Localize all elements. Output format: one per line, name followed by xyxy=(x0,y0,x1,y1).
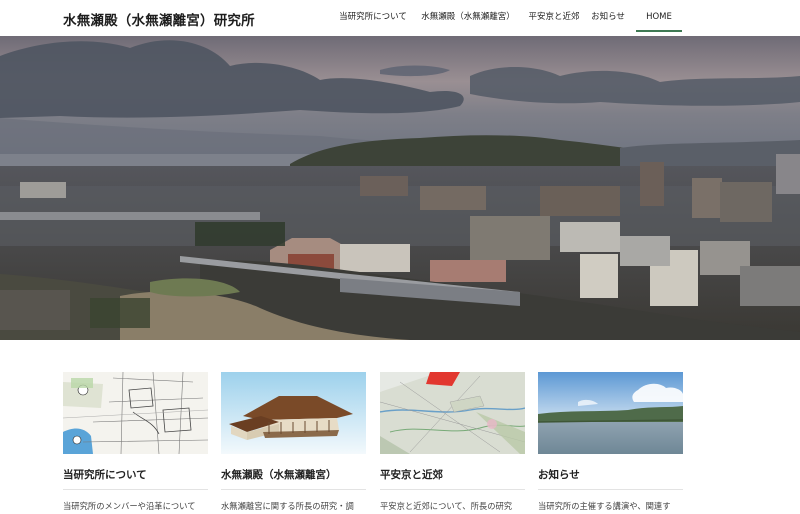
site-title[interactable]: 水無瀬殿（水無瀬離宮）研究所 xyxy=(63,9,255,29)
divider xyxy=(538,489,683,490)
archaeological-map-image[interactable] xyxy=(63,372,208,454)
card-title-heiankyo[interactable]: 平安京と近郊 xyxy=(380,467,525,482)
divider xyxy=(63,489,208,490)
nav-item-news[interactable]: お知らせ xyxy=(588,0,628,36)
card-text-minase-palace: 水無瀬離宮に関する所長の研究・調 xyxy=(221,501,354,511)
card-title-news[interactable]: お知らせ xyxy=(538,467,683,482)
card-title-about[interactable]: 当研究所について xyxy=(63,467,208,482)
card-text-about: 当研究所のメンバーや沿革について xyxy=(63,501,196,511)
nav-item-about[interactable]: 当研究所について xyxy=(330,0,416,36)
divider xyxy=(380,489,525,490)
divider xyxy=(221,489,366,490)
nav-item-home[interactable]: HOME xyxy=(636,0,682,36)
card-minase-palace[interactable]: 水無瀬殿（水無瀬離宮） 水無瀬離宮に関する所長の研究・調 xyxy=(221,372,366,514)
card-heiankyo[interactable]: 平安京と近郊 平安京と近郊について、所長の研究 xyxy=(380,372,525,514)
site-header: 水無瀬殿（水無瀬離宮）研究所 当研究所について 水無瀬殿（水無瀬離宮） 平安京と… xyxy=(0,0,800,36)
main-nav: 当研究所について 水無瀬殿（水無瀬離宮） 平安京と近郊 お知らせ HOME xyxy=(330,0,682,36)
feature-cards: 当研究所について 当研究所のメンバーや沿革について 水無瀬殿（水無瀬離宮） 水無… xyxy=(63,372,683,514)
nav-item-minase-palace[interactable]: 水無瀬殿（水無瀬離宮） xyxy=(416,0,520,36)
card-title-minase-palace[interactable]: 水無瀬殿（水無瀬離宮） xyxy=(221,467,366,482)
hero-cityscape-image xyxy=(0,36,800,340)
card-about[interactable]: 当研究所について 当研究所のメンバーや沿革について xyxy=(63,372,208,514)
card-news[interactable]: お知らせ 当研究所の主催する講演や、関連す xyxy=(538,372,683,514)
card-text-news: 当研究所の主催する講演や、関連す xyxy=(538,501,671,511)
river-landscape-image[interactable] xyxy=(538,372,683,454)
topographic-map-image[interactable] xyxy=(380,372,525,454)
palace-model-image[interactable] xyxy=(221,372,366,454)
card-text-heiankyo: 平安京と近郊について、所長の研究 xyxy=(380,501,513,511)
nav-item-heiankyo[interactable]: 平安京と近郊 xyxy=(520,0,588,36)
